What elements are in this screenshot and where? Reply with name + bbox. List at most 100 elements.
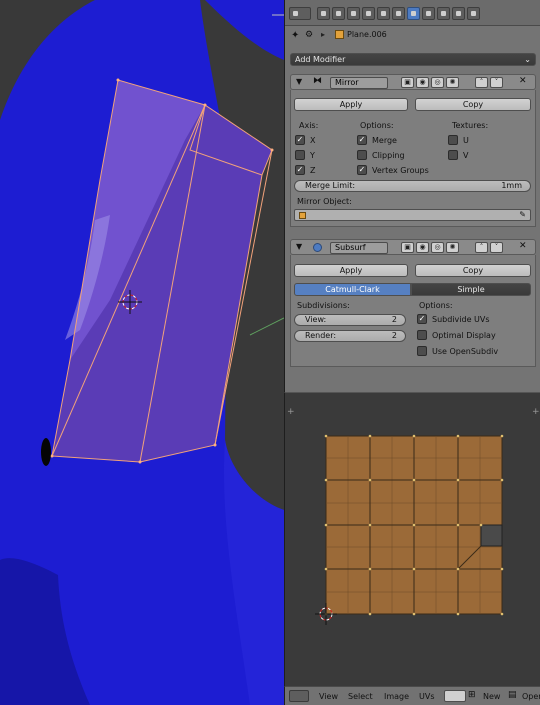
- show-editmode-icon[interactable]: ◉: [416, 242, 429, 253]
- menu-image[interactable]: Image: [384, 692, 409, 701]
- render-levels-field[interactable]: Render: 2: [294, 330, 406, 342]
- merge-limit-field[interactable]: Merge Limit: 1mm: [294, 180, 531, 192]
- move-up-icon[interactable]: ˄: [475, 242, 488, 253]
- move-up-icon[interactable]: ˄: [475, 77, 488, 88]
- axis-y-label: Y: [310, 151, 315, 160]
- show-viewport-icon[interactable]: ◎: [431, 242, 444, 253]
- object-context-icon: ⚙: [305, 30, 314, 40]
- axis-z-label: Z: [310, 166, 316, 175]
- breadcrumb-arrow-icon: ▸: [321, 30, 326, 39]
- eyedropper-icon[interactable]: ✎: [519, 210, 526, 220]
- move-down-icon[interactable]: ˅: [490, 77, 503, 88]
- textures-heading: Textures:: [452, 121, 489, 130]
- tab-constraints[interactable]: [392, 7, 405, 20]
- add-modifier-label: Add Modifier: [295, 55, 346, 64]
- collapse-arrow-icon[interactable]: ▼: [296, 77, 302, 86]
- optimal-display-label: Optimal Display: [432, 331, 496, 340]
- use-opensubdiv-checkbox[interactable]: [417, 346, 427, 356]
- tab-simple[interactable]: Simple: [411, 283, 531, 296]
- new-image-button[interactable]: New: [483, 692, 500, 701]
- merge-limit-label: Merge Limit:: [305, 181, 356, 190]
- mirror-modifier-header[interactable]: ▼ ⧓ Mirror ▣ ◉ ◎ ✺ ˄ ˅ ✕: [290, 74, 536, 90]
- subdivide-uvs-checkbox[interactable]: ✓: [417, 314, 427, 324]
- subsurf-apply-button[interactable]: Apply: [294, 264, 408, 277]
- tab-modifiers[interactable]: [407, 7, 420, 20]
- mirror-modifier-icon: ⧓: [313, 76, 322, 86]
- menu-view[interactable]: View: [319, 692, 338, 701]
- object-icon: [299, 212, 306, 219]
- tab-render[interactable]: [317, 7, 330, 20]
- add-modifier-dropdown[interactable]: Add Modifier ⌄: [290, 53, 536, 66]
- texture-u-checkbox[interactable]: [448, 135, 458, 145]
- render-levels-value: 2: [391, 331, 397, 340]
- subsurf-modifier-header[interactable]: ▼ Subsurf ▣ ◉ ◎ ✺ ˄ ˅ ✕: [290, 239, 536, 255]
- vertex-groups-checkbox[interactable]: ✓: [357, 165, 367, 175]
- axis-heading: Axis:: [299, 121, 319, 130]
- axis-x-checkbox[interactable]: ✓: [295, 135, 305, 145]
- mesh-data-icon: [335, 30, 344, 39]
- region-toggle-left-icon: +: [287, 407, 295, 417]
- properties-panel: ✦ ⚙ ▸ Plane.006 Add Modifier ⌄ ▼ ⧓ Mirro…: [284, 0, 540, 392]
- texture-v-checkbox[interactable]: [448, 150, 458, 160]
- uv-island: [324, 434, 504, 616]
- merge-checkbox[interactable]: ✓: [357, 135, 367, 145]
- editor-type-button[interactable]: [289, 690, 309, 702]
- image-browse-icon[interactable]: [444, 690, 466, 702]
- view-levels-value: 2: [391, 315, 397, 324]
- object-name: Plane.006: [347, 30, 387, 39]
- tab-data[interactable]: [422, 7, 435, 20]
- optimal-display-checkbox[interactable]: [417, 330, 427, 340]
- subsurf-copy-button[interactable]: Copy: [415, 264, 531, 277]
- open-folder-icon: ▤: [508, 690, 517, 700]
- viewport-scene: [0, 0, 284, 705]
- close-icon[interactable]: ✕: [519, 241, 527, 251]
- use-opensubdiv-label: Use OpenSubdiv: [432, 347, 499, 356]
- dropdown-arrow-icon: ⌄: [524, 55, 531, 64]
- subsurf-name-field[interactable]: Subsurf: [330, 242, 388, 254]
- move-down-icon[interactable]: ˅: [490, 242, 503, 253]
- menu-select[interactable]: Select: [348, 692, 373, 701]
- texture-v-label: V: [463, 151, 469, 160]
- axis-y-checkbox[interactable]: [295, 150, 305, 160]
- render-levels-label: Render:: [305, 331, 337, 340]
- axis-x-label: X: [310, 136, 316, 145]
- tab-material[interactable]: [437, 7, 450, 20]
- clipping-checkbox[interactable]: [357, 150, 367, 160]
- tab-catmull-clark[interactable]: Catmull-Clark: [294, 283, 411, 296]
- show-editmode-icon[interactable]: ◉: [416, 77, 429, 88]
- show-viewport-icon[interactable]: ◎: [431, 77, 444, 88]
- close-icon[interactable]: ✕: [519, 76, 527, 86]
- axis-z-checkbox[interactable]: ✓: [295, 165, 305, 175]
- subsurf-options-heading: Options:: [419, 301, 453, 310]
- merge-label: Merge: [372, 136, 397, 145]
- pin-icon[interactable]: ✦: [291, 30, 299, 41]
- view-levels-field[interactable]: View: 2: [294, 314, 406, 326]
- tab-particles[interactable]: [467, 7, 480, 20]
- tab-texture[interactable]: [452, 7, 465, 20]
- uv-editor[interactable]: + +: [284, 392, 540, 686]
- show-render-icon[interactable]: ✺: [446, 242, 459, 253]
- mirror-object-field[interactable]: ✎: [294, 209, 531, 221]
- editor-type-button[interactable]: [289, 7, 311, 20]
- show-render-icon[interactable]: ✺: [446, 77, 459, 88]
- collapse-arrow-icon[interactable]: ▼: [296, 242, 302, 251]
- open-image-button[interactable]: Open: [522, 692, 540, 701]
- vertex-groups-label: Vertex Groups: [372, 166, 429, 175]
- tab-object[interactable]: [377, 7, 390, 20]
- 3d-viewport[interactable]: [0, 0, 284, 705]
- texture-u-label: U: [463, 136, 469, 145]
- mirror-apply-button[interactable]: Apply: [294, 98, 408, 111]
- mirror-object-label: Mirror Object:: [297, 197, 352, 206]
- tab-scene[interactable]: [347, 7, 360, 20]
- uv-canvas: + +: [287, 407, 540, 625]
- view-levels-label: View:: [305, 315, 327, 324]
- properties-header: [285, 0, 540, 26]
- editmode-cage-icon[interactable]: ▣: [401, 242, 414, 253]
- mirror-copy-button[interactable]: Copy: [415, 98, 531, 111]
- menu-uvs[interactable]: UVs: [419, 692, 435, 701]
- tab-world[interactable]: [362, 7, 375, 20]
- tab-render-layers[interactable]: [332, 7, 345, 20]
- editmode-cage-icon[interactable]: ▣: [401, 77, 414, 88]
- merge-limit-value: 1mm: [501, 181, 522, 190]
- mirror-name-field[interactable]: Mirror: [330, 77, 388, 89]
